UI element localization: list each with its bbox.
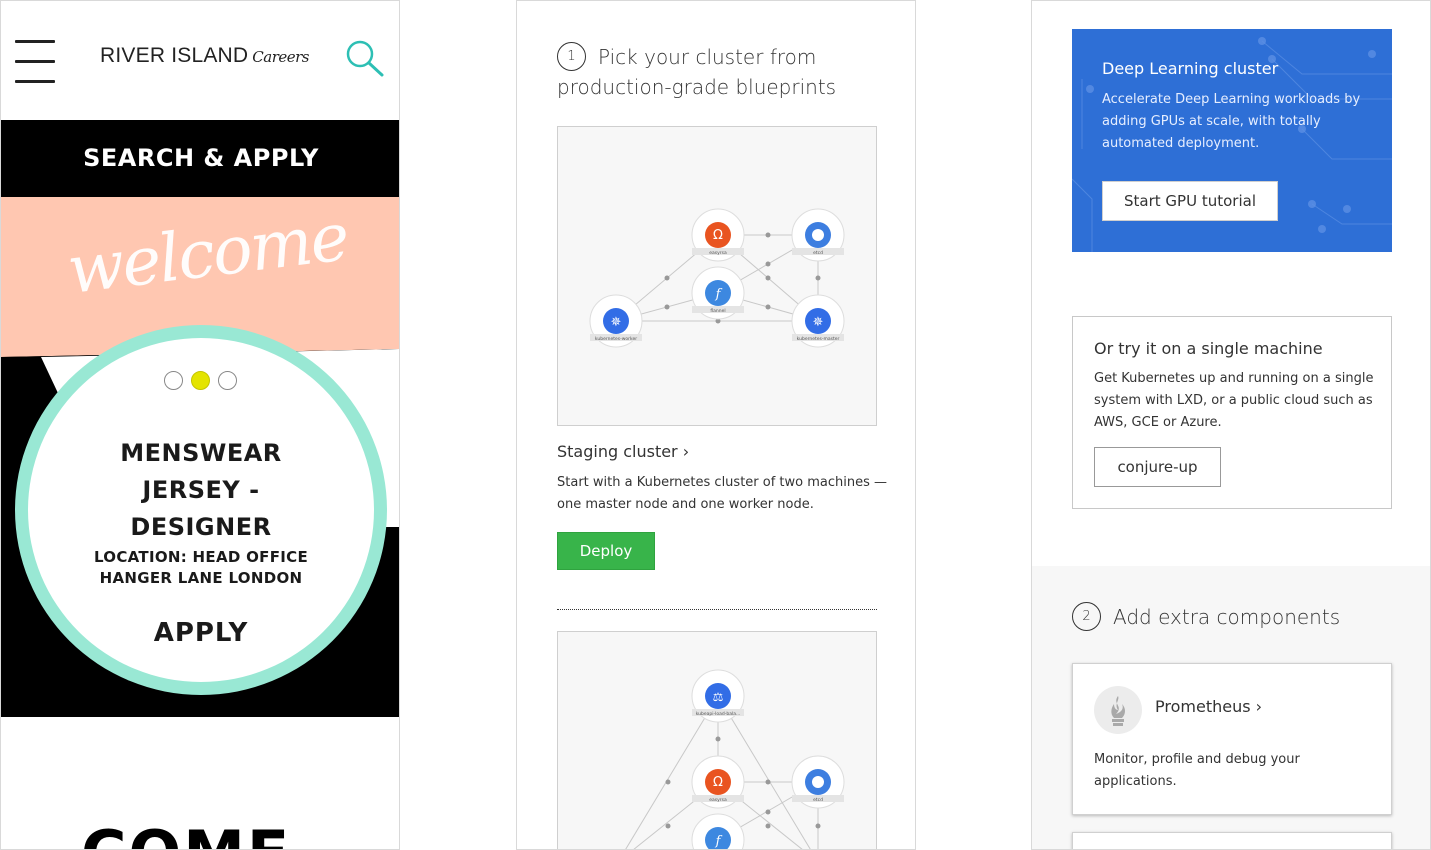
site-header: RIVER ISLAND Careers (1, 1, 399, 120)
svg-text:kubeapi-load-bala...: kubeapi-load-bala... (696, 711, 741, 717)
svg-text:etcd: etcd (813, 250, 823, 256)
carousel-dot[interactable] (218, 371, 237, 390)
deep-learning-card: Deep Learning cluster Accelerate Deep Le… (1072, 29, 1392, 252)
job-title-line: DESIGNER (130, 513, 272, 541)
staging-cluster-link[interactable]: Staging cluster › (557, 442, 689, 461)
svg-text:etcd: etcd (813, 797, 823, 803)
svg-text:kubernetes-master: kubernetes-master (797, 336, 840, 342)
step-number-badge: 2 (1072, 602, 1101, 631)
prometheus-description: Monitor, profile and debug your applicat… (1094, 752, 1300, 789)
etcd-node[interactable]: etcd (791, 755, 845, 809)
kubernetes-blueprints-page: 1 Pick your cluster from production-grade… (516, 0, 916, 850)
flannel-node[interactable]: f flannel (691, 266, 745, 320)
logo-text: RIVER ISLAND (100, 44, 249, 67)
single-machine-title: Or try it on a single machine (1094, 339, 1323, 358)
job-title-line: JERSEY - (142, 476, 260, 504)
river-island-mobile-page: RIVER ISLAND Careers SEARCH & APPLY welco… (0, 0, 400, 850)
extra-components-section: 2 Add extra components Prometheus › Monit… (1032, 566, 1430, 849)
svg-text:kubernetes-worker: kubernetes-worker (595, 336, 637, 342)
production-cluster-diagram[interactable]: ⚖ kubeapi-load-bala... Ω easyrsa etcd f (557, 631, 877, 850)
hamburger-menu-icon[interactable] (15, 40, 55, 84)
easyrsa-node[interactable]: Ω easyrsa (691, 208, 745, 262)
next-component-card[interactable] (1072, 832, 1392, 849)
job-location-line: LOCATION: HEAD OFFICE (93, 548, 309, 566)
divider (557, 609, 877, 610)
carousel-dot-active[interactable] (191, 371, 210, 390)
staging-cluster-diagram[interactable]: Ω easyrsa etcd f flannel ✵ kubernetes-wo… (557, 126, 877, 426)
kubernetes-worker-node[interactable]: ✵ kubernetes-worker (589, 294, 643, 348)
banner-title: SEARCH & APPLY (83, 144, 319, 172)
carousel-dots (164, 371, 237, 391)
etcd-node[interactable]: etcd (791, 208, 845, 262)
job-title: MENSWEAR JERSEY - DESIGNER (1, 435, 399, 546)
job-location: LOCATION: HEAD OFFICE HANGER LANE LONDON (1, 547, 399, 589)
svg-text:⚖: ⚖ (713, 690, 724, 704)
logo-careers: Careers (252, 48, 309, 66)
job-location-line: HANGER LANE LONDON (99, 569, 303, 587)
svg-text:flannel: flannel (710, 308, 725, 314)
single-machine-description: Get Kubernetes up and running on a singl… (1094, 371, 1374, 430)
step-number-badge: 1 (557, 42, 586, 71)
svg-text:Ω: Ω (713, 228, 723, 243)
prometheus-icon (1094, 686, 1142, 734)
conjure-up-button[interactable]: conjure-up (1094, 447, 1221, 487)
search-apply-banner[interactable]: SEARCH & APPLY (1, 120, 399, 197)
site-logo[interactable]: RIVER ISLAND Careers (100, 44, 309, 68)
step-heading-text: Pick your cluster from production-grade … (557, 45, 837, 99)
start-gpu-tutorial-button[interactable]: Start GPU tutorial (1102, 181, 1278, 221)
deep-learning-description: Accelerate Deep Learning workloads by ad… (1102, 92, 1361, 151)
step-heading-text: Add extra components (1113, 605, 1341, 629)
svg-text:✵: ✵ (611, 315, 622, 330)
deep-learning-title: Deep Learning cluster (1102, 59, 1279, 78)
svg-text:easyrsa: easyrsa (709, 250, 727, 256)
step-1-heading: 1 Pick your cluster from production-grade… (557, 42, 897, 101)
svg-text:Ω: Ω (713, 775, 723, 790)
kubeapi-load-balancer-node[interactable]: ⚖ kubeapi-load-bala... (691, 669, 745, 723)
flannel-node[interactable]: f (691, 813, 745, 850)
kubernetes-master-node[interactable]: ✵ kubernetes-master (791, 294, 845, 348)
deploy-button[interactable]: Deploy (557, 532, 655, 570)
step-2-heading: 2 Add extra components (1072, 602, 1341, 633)
svg-text:✵: ✵ (813, 315, 824, 330)
carousel-dot[interactable] (164, 371, 183, 390)
prometheus-link[interactable]: Prometheus › (1155, 697, 1262, 716)
job-carousel: welcome MENSWEAR JERSEY - DESIGNER LOCAT… (1, 197, 399, 717)
search-icon[interactable] (345, 39, 385, 79)
apply-link[interactable]: APPLY (1, 618, 399, 648)
single-machine-card: Or try it on a single machine Get Kubern… (1072, 316, 1392, 509)
job-title-line: MENSWEAR (120, 439, 282, 467)
easyrsa-node[interactable]: Ω easyrsa (691, 755, 745, 809)
staging-cluster-description: Start with a Kubernetes cluster of two m… (557, 475, 888, 512)
prometheus-card[interactable]: Prometheus › Monitor, profile and debug … (1072, 663, 1392, 815)
svg-text:easyrsa: easyrsa (709, 797, 727, 803)
section-heading: COME (81, 823, 291, 850)
kubernetes-options-page: Deep Learning cluster Accelerate Deep Le… (1031, 0, 1431, 850)
